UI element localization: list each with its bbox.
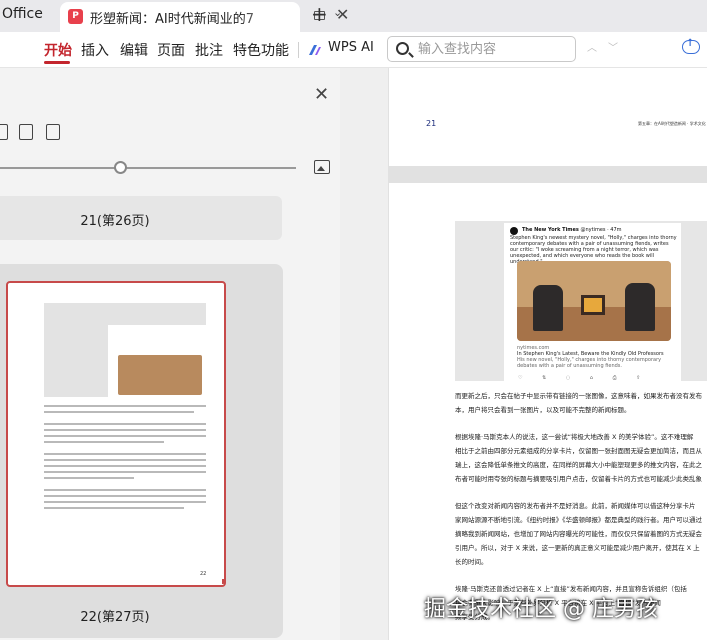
close-panel-icon[interactable]: ✕ xyxy=(314,84,329,105)
new-tab-icon[interactable]: + xyxy=(311,2,328,26)
thumbnail-page-number: 22 xyxy=(200,571,207,577)
thumbnail-text-line xyxy=(44,435,206,437)
menu-special-features[interactable]: 特色功能 xyxy=(233,40,289,60)
nyt-logo-icon xyxy=(510,227,518,235)
watermark: 掘金技术社区 @ 庄男孩 xyxy=(424,597,658,622)
thumbnail-text-line xyxy=(44,441,164,443)
toolbar-divider xyxy=(298,42,299,58)
thumbnail-text-line xyxy=(44,459,206,461)
search-icon xyxy=(396,42,409,55)
pdf-file-icon: P xyxy=(68,9,83,24)
document-gutter xyxy=(340,68,388,640)
previous-result-icon[interactable]: ︿ xyxy=(587,39,597,54)
paragraph-line: 引用户。所以，对于 X 来说，这一更新的真正意义可能是减少用户离开，使其在 X … xyxy=(455,544,700,552)
armchair-shape xyxy=(625,283,655,331)
title-bar: Office P 形塑新闻：AI时代新闻业的7 ✕ + ⌄ xyxy=(0,0,707,32)
paragraph-line: 摘略我到新闻网站，也增加了网站内容曝光的可能性，而仅仅只保留着图的方式无疑会 xyxy=(455,530,702,538)
search-input[interactable] xyxy=(418,40,568,58)
thumbnail-text-line xyxy=(44,411,194,413)
thumbnail-resize-handle[interactable] xyxy=(222,579,224,584)
page-22: The New York Times @nytimes · 47m Stephe… xyxy=(389,183,707,640)
ribbon-toolbar: 开始 插入 编辑 页面 批注 特色功能 WPS AI ︿ ﹀ xyxy=(0,32,707,68)
wps-ai-icon xyxy=(309,45,321,55)
link-card: In Stephen King's Latest, Beware the Kin… xyxy=(517,351,677,369)
menu-insert[interactable]: 插入 xyxy=(81,40,109,60)
paragraph-line: 瑞上，这会降低单条推文的高度，在同样的屏幕大小中能塑现更多的推文内容，在此之 xyxy=(455,461,702,469)
app-name: Office xyxy=(2,6,43,22)
document-view[interactable]: 21 第五章：在AI时代塑造新闻 · 学术文化 The New York Tim… xyxy=(340,68,707,640)
tweet-account: The New York Times @nytimes · 47m xyxy=(522,227,622,233)
link-subtitle: His new novel, "Holly," charges into tho… xyxy=(517,357,662,369)
rotate-page-icon[interactable] xyxy=(0,124,8,140)
active-menu-indicator xyxy=(44,61,70,64)
armchair-shape xyxy=(533,285,563,331)
menu-home[interactable]: 开始 xyxy=(44,40,72,60)
thumbnail-text-line xyxy=(44,495,206,497)
menu-edit[interactable]: 编辑 xyxy=(120,40,148,60)
copy-page-icon[interactable] xyxy=(19,124,33,140)
page-21: 21 第五章：在AI时代塑造新闻 · 学术文化 xyxy=(389,68,707,166)
paragraph-line: 家网站源源不断地引流。《纽约时报》《华盛顿邮报》都是典型的践行者。用户可以通过 xyxy=(455,516,702,524)
thumbnail-text-line xyxy=(44,423,206,425)
paragraph-line: 而更新之后，只会在帖子中显示带有链接的一张图像，这意味着，如果发布者没有发布 xyxy=(455,392,702,400)
thumbnail-text-line xyxy=(44,405,206,407)
page-number: 21 xyxy=(426,119,437,128)
thumbnail-text-line xyxy=(44,465,206,467)
paragraph-line: 本，用户将只会看到一张图片，以及可能不完整的新闻标题。 xyxy=(455,406,631,414)
tweet-card: The New York Times @nytimes · 47m Stephe… xyxy=(504,223,681,383)
cloud-upload-icon[interactable] xyxy=(682,38,700,54)
thumbnail-text-line xyxy=(44,429,206,431)
zoom-slider-handle[interactable] xyxy=(114,161,127,174)
menu-comment[interactable]: 批注 xyxy=(195,40,223,60)
tweet-action-icons: ♡ ⇅ ◌ ⌂ ⎙ ⇪ xyxy=(518,375,650,381)
zoom-slider-track[interactable] xyxy=(0,167,296,169)
page-label: 21(第26页) xyxy=(80,214,150,229)
search-box[interactable] xyxy=(387,36,576,62)
extract-page-icon[interactable] xyxy=(46,124,60,140)
thumbnail-panel: ✕ 21(第26页) 22 22(第27页) xyxy=(0,68,340,640)
page-header: 第五章：在AI时代塑造新闻 · 学术文化 xyxy=(638,121,706,126)
menu-page[interactable]: 页面 xyxy=(157,40,185,60)
wps-ai-button[interactable]: WPS AI xyxy=(328,40,374,55)
document-tab[interactable]: P 形塑新闻：AI时代新闻业的7 ✕ xyxy=(60,2,349,32)
thumbnail-text-line xyxy=(44,489,206,491)
thumbnail-caption: 22(第27页) xyxy=(80,610,150,625)
chevron-down-icon[interactable]: ⌄ xyxy=(333,6,342,19)
image-icon[interactable] xyxy=(314,160,330,174)
thumbnail-text-line xyxy=(44,477,134,479)
tweet-illustration xyxy=(517,261,671,341)
thumbnail-image xyxy=(44,303,212,415)
thumbnail-tweet xyxy=(108,325,212,415)
paragraph-line: 根据埃隆·马斯克本人的说法，这一尝试“将极大地改善 X 的美学体验”。这不难理解 xyxy=(455,433,694,441)
thumbnail-text-line xyxy=(44,453,206,455)
next-result-icon[interactable]: ﹀ xyxy=(608,39,618,54)
document-tab-title: 形塑新闻：AI时代新闻业的7 xyxy=(90,12,254,27)
page-thumbnail-selected[interactable]: 22 xyxy=(6,281,226,587)
paragraph-line: 相比于之前由四部分元素组成的分享卡片，仅留图一张封面图无疑会更加简洁，而且从 xyxy=(455,447,702,455)
page-thumbnail-previous[interactable]: 21(第26页) xyxy=(0,196,282,240)
fireplace-shape xyxy=(581,295,605,315)
paragraph-line: 长的时间。 xyxy=(455,558,488,566)
paragraph-line: 布者可能时用夸张的标题与摘要吸引用户点击，仅留着卡片的方式也可能减少此类乱象 xyxy=(455,475,702,483)
thumbnail-text-line xyxy=(44,501,206,503)
thumbnail-text-line xyxy=(44,507,184,509)
paragraph-line: 但这个改变对新闻内容的发布者并不是好消息。此前，新闻媒体可以借这种分享卡片 xyxy=(455,502,696,510)
thumbnail-text-line xyxy=(44,471,206,473)
thumbnail-illustration xyxy=(118,355,202,395)
